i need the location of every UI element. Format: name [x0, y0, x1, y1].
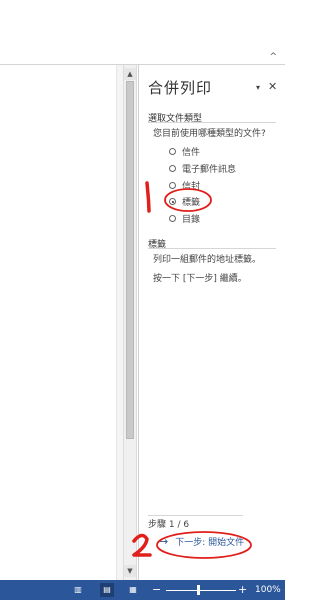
status-bar: ▥ ▤ ▦ − + 100% [0, 580, 285, 600]
document-type-question: 您目前使用哪種類型的文件? [153, 129, 266, 139]
collapse-ribbon-button[interactable]: ^ [269, 52, 277, 62]
zoom-in-button[interactable]: + [238, 583, 247, 596]
divider [148, 122, 276, 123]
radio-letters[interactable]: 信件 [169, 145, 200, 158]
document-area[interactable] [0, 65, 123, 580]
radio-email[interactable]: 電子郵件訊息 [169, 162, 236, 175]
description-line: 列印一組郵件的地址標籤。 [153, 255, 262, 265]
scroll-up-icon[interactable]: ▲ [124, 68, 136, 80]
close-icon[interactable]: ✕ [268, 80, 277, 93]
vertical-scrollbar[interactable]: ▲ ▼ [123, 65, 137, 580]
radio-envelopes[interactable]: 信封 [169, 179, 200, 192]
radio-button-icon[interactable] [169, 182, 176, 189]
divider [148, 248, 276, 249]
document-page[interactable] [0, 65, 117, 580]
next-step-label[interactable]: 下一步: 開始文件 [175, 535, 244, 548]
radio-button-selected-icon[interactable] [169, 198, 176, 205]
scroll-down-icon[interactable]: ▼ [124, 565, 136, 577]
read-mode-icon[interactable]: ▥ [73, 585, 83, 595]
zoom-slider[interactable] [166, 590, 236, 591]
scroll-thumb[interactable] [126, 81, 134, 439]
mail-merge-pane: 合併列印 ▾ ✕ 選取文件類型 您目前使用哪種類型的文件? 信件 電子郵件訊息 … [138, 65, 285, 580]
zoom-out-button[interactable]: − [152, 583, 161, 596]
step-indicator: 步驟 1 / 6 [148, 520, 190, 530]
pane-title: 合併列印 [148, 79, 213, 97]
radio-button-icon[interactable] [169, 215, 176, 222]
radio-labels[interactable]: 標籤 [169, 195, 200, 208]
print-layout-icon[interactable]: ▤ [100, 583, 114, 597]
web-layout-icon[interactable]: ▦ [128, 585, 138, 595]
arrow-right-icon: → [159, 535, 169, 548]
ribbon-area: ^ [0, 0, 285, 65]
radio-label: 信封 [182, 182, 201, 192]
radio-directory[interactable]: 目錄 [169, 212, 200, 225]
pane-options-icon[interactable]: ▾ [256, 83, 260, 92]
radio-label: 標籤 [182, 198, 201, 208]
zoom-percent[interactable]: 100% [255, 585, 281, 595]
radio-button-icon[interactable] [169, 165, 176, 172]
radio-label: 目錄 [182, 215, 201, 225]
instruction-line: 按一下 [下一步] 繼續。 [153, 274, 247, 284]
zoom-slider-thumb[interactable] [197, 585, 200, 595]
radio-label: 電子郵件訊息 [182, 165, 237, 175]
radio-button-icon[interactable] [169, 148, 176, 155]
divider [148, 515, 243, 516]
radio-label: 信件 [182, 148, 201, 158]
next-step-link[interactable]: → 下一步: 開始文件 [159, 535, 244, 548]
